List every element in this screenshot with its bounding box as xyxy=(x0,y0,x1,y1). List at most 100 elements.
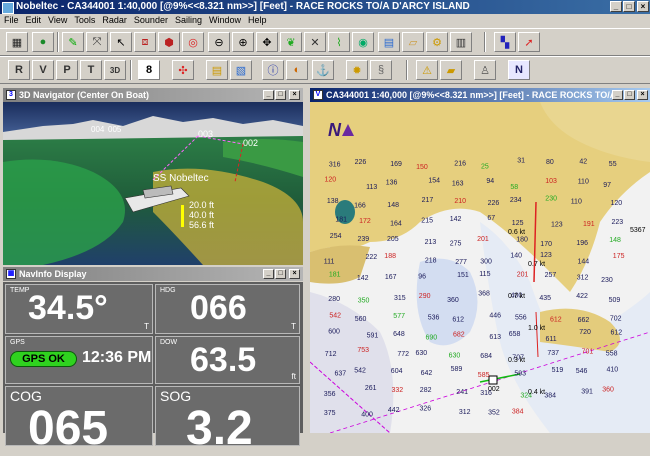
menu-tools[interactable]: Tools xyxy=(74,15,95,25)
menu-sounder[interactable]: Sounder xyxy=(134,15,168,25)
cross-red-icon[interactable]: ✣ xyxy=(172,60,194,80)
menu-edit[interactable]: Edit xyxy=(26,15,42,25)
hdg-cell[interactable]: HDG 066 T xyxy=(155,284,300,334)
pencil-icon[interactable]: ✎ xyxy=(62,32,84,52)
layers-icon[interactable]: ▧ xyxy=(230,60,252,80)
nobeltec-n-button[interactable]: N xyxy=(508,60,530,80)
event-icon[interactable]: ⬢ xyxy=(158,32,180,52)
menu-window[interactable]: Window xyxy=(209,15,241,25)
toolbox-icon[interactable]: ▦ xyxy=(6,32,28,52)
chart-minimize-button[interactable]: _ xyxy=(612,90,623,100)
sounding-label: 684 xyxy=(480,353,492,360)
warning-icon[interactable]: ⚠ xyxy=(416,60,438,80)
report-3d-button[interactable]: 3D xyxy=(104,60,126,80)
leaf-marker-icon[interactable]: ❦ xyxy=(280,32,302,52)
waypoint-label: 005 xyxy=(108,125,122,134)
info-icon[interactable]: ⓘ xyxy=(262,60,284,80)
temp-cell[interactable]: TEMP 34.5° T xyxy=(5,284,153,334)
sounding-label: 280 xyxy=(328,296,340,303)
sounding-label: 326 xyxy=(420,405,432,412)
sounding-label: 577 xyxy=(393,313,405,320)
zoom-in-icon[interactable]: ⊕ xyxy=(232,32,254,52)
sounding-label: 585 xyxy=(478,372,490,379)
navigator3d-view[interactable]: 004 005 003 002 SS Nobeltec 20.0 ft 40.0… xyxy=(3,102,303,265)
settings-s-icon[interactable]: § xyxy=(370,60,392,80)
navinfo-maximize-button[interactable]: □ xyxy=(275,269,286,279)
sounding-label: 205 xyxy=(387,236,399,243)
sun-icon[interactable]: ✹ xyxy=(346,60,368,80)
sounding-label: 115 xyxy=(479,271,490,278)
print-icon[interactable]: ▰ xyxy=(440,60,462,80)
chart-icon[interactable]: ▤ xyxy=(378,32,400,52)
sounding-label: 300 xyxy=(480,259,492,266)
sounding-label: 662 xyxy=(578,317,590,324)
sounding-label: 332 xyxy=(392,387,404,394)
nautical-chart[interactable]: N 5367 002 316 226 169 150216 2531 80 42 551201… xyxy=(310,102,650,433)
anchor-icon[interactable]: ⚓ xyxy=(312,60,334,80)
sounding-label: 282 xyxy=(420,387,432,394)
menu-view[interactable]: View xyxy=(48,15,67,25)
app-icon[interactable] xyxy=(2,2,14,14)
sounding-label: 690 xyxy=(426,334,438,341)
menu-sailing[interactable]: Sailing xyxy=(175,15,202,25)
target-icon[interactable]: ◉ xyxy=(352,32,374,52)
report-p-button[interactable]: P xyxy=(56,60,78,80)
sounding-label: 25 xyxy=(481,163,489,170)
sounding-label: 125 xyxy=(512,220,524,227)
sounding-label: 290 xyxy=(419,293,431,300)
menu-radar[interactable]: Radar xyxy=(102,15,127,25)
navinfo-close-button[interactable]: × xyxy=(289,269,300,279)
sounding-label: 384 xyxy=(544,393,556,400)
sounding-label: 356 xyxy=(324,391,336,398)
cross-icon[interactable]: ✕ xyxy=(304,32,326,52)
zoom-out-icon[interactable]: ⊖ xyxy=(208,32,230,52)
chart-close-button[interactable]: × xyxy=(637,90,648,100)
waypoint-marker[interactable] xyxy=(488,375,498,385)
gps-status-badge: GPS OK xyxy=(10,351,77,367)
sounding-label: 611 xyxy=(546,336,557,343)
range-icon[interactable]: ⌇ xyxy=(328,32,350,52)
dow-value: 63.5 xyxy=(190,341,257,379)
mark-icon[interactable]: ⧈ xyxy=(134,32,156,52)
panes-icon[interactable]: ▥ xyxy=(450,32,472,52)
gps-time: 12:36 PM xyxy=(82,349,152,366)
navigator-close-button[interactable]: × xyxy=(289,90,300,100)
sounding-label: 142 xyxy=(357,275,369,282)
chart-maximize-button[interactable]: □ xyxy=(624,90,635,100)
close-button[interactable]: × xyxy=(637,1,649,12)
dow-cell[interactable]: DOW 63.5 ft xyxy=(155,336,300,384)
lifering-icon[interactable]: ◎ xyxy=(182,32,204,52)
navigator-minimize-button[interactable]: _ xyxy=(263,90,274,100)
navinfo-minimize-button[interactable]: _ xyxy=(263,269,274,279)
number-8-button[interactable]: 8 xyxy=(138,60,160,80)
gps-cell[interactable]: GPS GPS OK 12:36 PM xyxy=(5,336,153,384)
sounding-label: 360 xyxy=(602,387,614,394)
maximize-button[interactable]: □ xyxy=(623,1,635,12)
sounding-label: 230 xyxy=(545,196,557,203)
report-r-button[interactable]: R xyxy=(8,60,30,80)
navinfo-title: NavInfo Display xyxy=(19,269,87,279)
dow-unit: ft xyxy=(291,372,296,381)
globe-icon[interactable]: ● xyxy=(32,32,54,52)
menu-help[interactable]: Help xyxy=(248,15,267,25)
minimize-button[interactable]: _ xyxy=(610,1,622,12)
sog-cell[interactable]: SOG 3.2 xyxy=(155,386,300,455)
select-arrow-icon[interactable]: ↖ xyxy=(110,32,132,52)
split-icon[interactable]: ▚ xyxy=(494,32,516,52)
report-t-button[interactable]: T xyxy=(80,60,102,80)
navigator-maximize-button[interactable]: □ xyxy=(275,90,286,100)
sounding-label: 111 xyxy=(324,258,335,265)
notes-icon[interactable]: ▱ xyxy=(402,32,424,52)
cog-cell[interactable]: COG 065 xyxy=(5,386,153,455)
route-tool-icon[interactable]: ⤧ xyxy=(86,32,108,52)
tide-icon[interactable]: ◐ xyxy=(286,60,308,80)
sounding-label: 31 xyxy=(517,158,525,165)
report-v-button[interactable]: V xyxy=(32,60,54,80)
gear-icon[interactable]: ⚙ xyxy=(426,32,448,52)
pan-icon[interactable]: ✥ xyxy=(256,32,278,52)
document-icon[interactable]: ▤ xyxy=(206,60,228,80)
sounding-label: 154 xyxy=(428,178,440,185)
cursor-arrow-icon[interactable]: ➚ xyxy=(518,32,540,52)
menu-file[interactable]: File xyxy=(4,15,19,25)
person-icon[interactable]: ♙ xyxy=(474,60,496,80)
